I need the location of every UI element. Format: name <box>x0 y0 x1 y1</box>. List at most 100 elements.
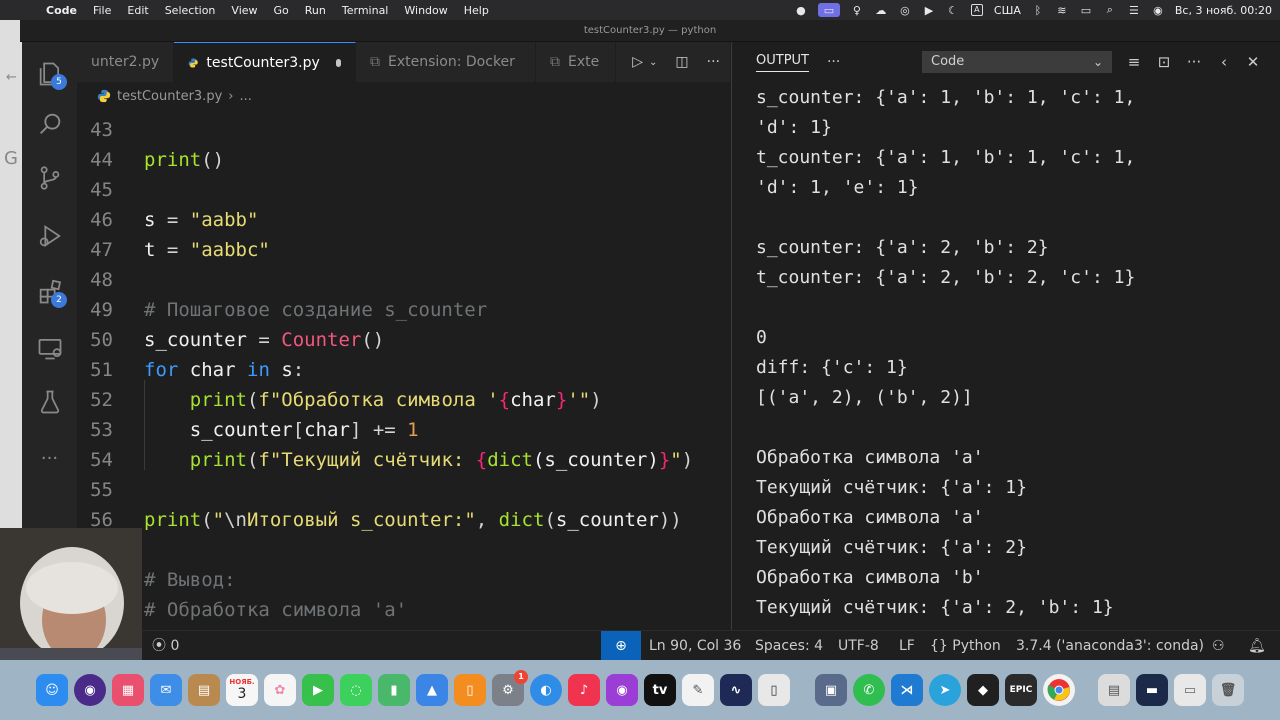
breadcrumb-more[interactable]: ... <box>239 89 251 104</box>
tab-extension-other[interactable]: ⧉ Exte <box>536 42 616 82</box>
screen-share-icon[interactable]: ▭ <box>817 3 840 17</box>
keyboard-input-icon[interactable]: A <box>970 3 984 17</box>
output-body[interactable]: s_counter: {'a': 1, 'b': 1, 'c': 1, 'd': … <box>756 82 1276 630</box>
document-thumbnail-icon[interactable]: ▤ <box>1098 674 1130 706</box>
play-icon[interactable]: ▶ <box>922 3 936 17</box>
code-line[interactable]: 52 print(f"Обработка символа '{char}'") <box>77 385 730 415</box>
epic-games-icon[interactable]: EPIC <box>1005 674 1037 706</box>
chevron-left-icon[interactable]: ‹ <box>1214 52 1234 72</box>
whatsapp-icon[interactable]: ◎ <box>898 3 912 17</box>
explorer-icon[interactable]: 5 <box>22 54 77 94</box>
notifications-bell-icon[interactable]: 🔔︎ <box>1248 631 1266 661</box>
menu-bar-clock[interactable]: Вс, 3 нояб. 00:20 <box>1175 4 1272 17</box>
python-interpreter[interactable]: 3.7.4 ('anaconda3': conda) <box>1016 631 1204 661</box>
encoding-status[interactable]: UTF-8 <box>838 631 879 661</box>
moon-icon[interactable]: ☾ <box>946 3 960 17</box>
extensions-icon[interactable]: 2 <box>22 272 77 312</box>
code-line[interactable]: 44 print() <box>77 145 730 175</box>
run-dropdown-chevron-icon[interactable]: ⌄ <box>649 57 657 68</box>
folder-thumbnail-icon[interactable]: ▭ <box>1174 674 1206 706</box>
remote-explorer-icon[interactable] <box>22 328 77 368</box>
music-icon[interactable]: ♪ <box>568 674 600 706</box>
more-actions-icon[interactable]: ··· <box>1184 52 1204 72</box>
code-line[interactable] <box>77 535 730 565</box>
code-line[interactable]: 47 t = "aabbc" <box>77 235 730 265</box>
run-python-file-icon[interactable]: ▷ <box>632 54 643 70</box>
chrome-icon[interactable] <box>1043 674 1075 706</box>
whatsapp-dock-icon[interactable]: ✆ <box>853 674 885 706</box>
screenshot-app-icon[interactable]: ▣ <box>815 674 847 706</box>
output-more-icon[interactable]: ··· <box>827 54 840 70</box>
siri-icon[interactable]: ◉ <box>1151 3 1165 17</box>
clear-output-icon[interactable]: ≡ <box>1124 52 1144 72</box>
language-mode[interactable]: {} Python <box>930 631 1001 661</box>
tab-testcounter3[interactable]: testCounter3.py <box>174 42 356 82</box>
creative-cloud-icon[interactable]: ☁ <box>874 3 888 17</box>
keyboard-layout-label[interactable]: США <box>994 4 1021 17</box>
code-line[interactable]: 51 for char in s: <box>77 355 730 385</box>
control-center-icon[interactable]: ☰ <box>1127 3 1141 17</box>
lock-scroll-icon[interactable]: ⊡ <box>1154 52 1174 72</box>
menu-edit[interactable]: Edit <box>127 4 148 17</box>
battery-icon[interactable]: ▭ <box>1079 3 1093 17</box>
mail-icon[interactable]: ✉ <box>150 674 182 706</box>
contacts-icon[interactable]: ▤ <box>188 674 220 706</box>
indentation-status[interactable]: Spaces: 4 <box>755 631 823 661</box>
live-share-icon[interactable]: ⚇ <box>1212 631 1225 661</box>
calendar-icon[interactable]: НОЯБ. 3 <box>226 674 258 706</box>
code-line[interactable]: 56 print("\nИтоговый s_counter:", dict(s_… <box>77 505 730 535</box>
apple-tv-icon[interactable]: tv <box>644 674 676 706</box>
code-line[interactable]: 43 <box>77 115 730 145</box>
breadcrumb-file[interactable]: testCounter3.py <box>117 89 222 104</box>
code-line[interactable]: 54 print(f"Текущий счётчик: {dict(s_coun… <box>77 445 730 475</box>
code-line[interactable]: 46 s = "aabb" <box>77 205 730 235</box>
record-icon[interactable]: ● <box>794 3 808 17</box>
eol-status[interactable]: LF <box>899 631 915 661</box>
search-icon[interactable] <box>22 104 77 144</box>
finder-icon[interactable]: ☺ <box>36 674 68 706</box>
wifi-icon[interactable]: ≋ <box>1055 3 1069 17</box>
code-line[interactable]: 45 <box>77 175 730 205</box>
more-actions-icon[interactable]: ··· <box>707 54 720 70</box>
books-icon[interactable]: ▯ <box>454 674 486 706</box>
menu-app-name[interactable]: Code <box>46 4 77 17</box>
keynote-icon[interactable]: ▲ <box>416 674 448 706</box>
code-editor[interactable]: 43 44 print() 45 46 s = "aabb" 47 t = "aabbc" 48… <box>77 110 730 630</box>
code-line[interactable]: 48 <box>77 265 730 295</box>
safari-icon[interactable]: ◐ <box>530 674 562 706</box>
bluetooth-icon[interactable]: ᛒ <box>1031 3 1045 17</box>
output-channel-select[interactable]: Code ⌄ <box>922 51 1112 73</box>
iphone-mirroring-icon[interactable]: ▯ <box>758 674 790 706</box>
cursor-position[interactable]: Ln 90, Col 36 <box>649 631 741 661</box>
more-views-icon[interactable]: ··· <box>22 438 77 478</box>
output-tab-title[interactable]: OUTPUT <box>756 53 809 72</box>
menu-file[interactable]: File <box>93 4 111 17</box>
podcasts-icon[interactable]: ◉ <box>606 674 638 706</box>
close-panel-icon[interactable]: ✕ <box>1243 52 1263 72</box>
tab-counter2[interactable]: unter2.py <box>77 42 174 82</box>
accessibility-icon[interactable]: ♀ <box>850 3 864 17</box>
unsaved-dot-icon[interactable] <box>335 58 341 67</box>
menu-terminal[interactable]: Terminal <box>342 4 389 17</box>
activity-monitor-icon[interactable]: ∿ <box>720 674 752 706</box>
siri-app-icon[interactable]: ◉ <box>74 674 106 706</box>
menu-view[interactable]: View <box>231 4 257 17</box>
telegram-icon[interactable]: ➤ <box>929 674 961 706</box>
code-line[interactable]: 55 <box>77 475 730 505</box>
numbers-icon[interactable]: ▮ <box>378 674 410 706</box>
run-and-debug-icon[interactable] <box>22 216 77 256</box>
menu-run[interactable]: Run <box>305 4 326 17</box>
code-line[interactable]: # Вывод: <box>77 565 730 595</box>
system-settings-icon[interactable]: ⚙ 1 <box>492 670 528 706</box>
tab-extension-docker[interactable]: ⧉ Extension: Docker <box>356 42 536 82</box>
trash-icon[interactable]: 🗑︎ <box>1212 674 1244 706</box>
textedit-icon[interactable]: ✎ <box>682 674 714 706</box>
desktop-thumbnail-icon[interactable]: ▬ <box>1136 674 1168 706</box>
spotlight-search-icon[interactable]: ⌕ <box>1103 3 1117 17</box>
menu-help[interactable]: Help <box>464 4 489 17</box>
facetime-icon[interactable]: ▶ <box>302 674 334 706</box>
split-editor-icon[interactable]: ◫ <box>675 54 688 70</box>
launchpad-icon[interactable]: ▦ <box>112 674 144 706</box>
vscode-icon[interactable]: ⋊ <box>891 674 923 706</box>
testing-flask-icon[interactable] <box>22 382 77 422</box>
